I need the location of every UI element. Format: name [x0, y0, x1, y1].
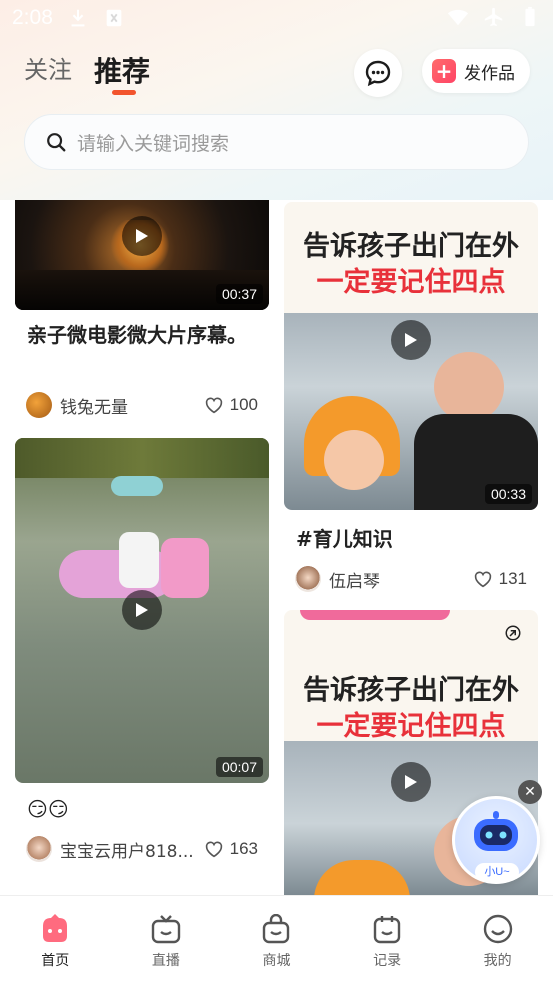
- nav-mine[interactable]: 我的: [442, 896, 553, 983]
- video-card[interactable]: 00:07 😏😏 宝宝云用户818... 163: [15, 438, 269, 868]
- feed-grid: 00:37 亲子微电影微大片序幕。 钱兔无量 100 00:07 😏😏 宝宝云用…: [0, 200, 553, 895]
- shopping-bag-icon: [263, 914, 290, 944]
- poster-headline: 告诉孩子出门在外: [303, 231, 519, 262]
- home-icon: [43, 914, 68, 942]
- calendar-icon: [373, 916, 401, 944]
- nav-label-record: 记录: [373, 953, 402, 969]
- poster-subheadline: 一定要记住四点: [316, 267, 506, 298]
- author-name: 钱兔无量: [60, 397, 128, 418]
- assistant-robot-button[interactable]: 小U~: [452, 796, 540, 884]
- like-count[interactable]: 100: [204, 395, 258, 415]
- avatar: [295, 566, 321, 592]
- play-icon: [122, 590, 162, 630]
- battery-icon: [525, 6, 535, 27]
- author-name: 宝宝云用户818...: [60, 841, 194, 862]
- post-work-label: 发作品: [464, 63, 515, 84]
- download-icon: [71, 9, 85, 27]
- video-card[interactable]: 告诉孩子出门在外 一定要记住四点 00:33 #育儿知识 伍启琴 131: [284, 202, 538, 597]
- status-bar: 2:08: [0, 0, 553, 36]
- tv-icon: [151, 915, 181, 944]
- play-icon: [391, 762, 431, 802]
- nav-label-home: 首页: [41, 953, 70, 969]
- avatar: [26, 836, 52, 862]
- heart-icon: [474, 571, 491, 588]
- share-icon[interactable]: [504, 624, 522, 642]
- nav-label-live: 直播: [151, 953, 180, 969]
- smiley-profile-icon: [483, 914, 512, 944]
- like-count[interactable]: 163: [204, 839, 258, 859]
- card-title: #育儿知识: [296, 527, 393, 551]
- bottom-navigation: 首页 直播 商城 记录 我的: [0, 895, 553, 983]
- card-meta: 钱兔无量 100: [26, 392, 258, 418]
- airplane-mode-icon: [484, 7, 503, 27]
- chat-bubble-icon: [365, 60, 391, 87]
- nav-label-mine: 我的: [483, 953, 512, 969]
- status-time: 2:08: [12, 6, 53, 29]
- nav-mall[interactable]: 商城: [221, 896, 332, 983]
- search-bar[interactable]: 请输入关键词搜索: [24, 114, 529, 170]
- card-title: 亲子微电影微大片序幕。: [27, 323, 247, 347]
- nav-record[interactable]: 记录: [332, 896, 443, 983]
- nav-label-mall: 商城: [262, 953, 291, 969]
- video-duration: 00:07: [215, 757, 263, 777]
- avatar: [26, 392, 52, 418]
- nav-home[interactable]: 首页: [0, 896, 111, 983]
- video-thumbnail: 00:37: [15, 200, 269, 310]
- video-card[interactable]: 00:37 亲子微电影微大片序幕。 钱兔无量 100: [15, 200, 269, 430]
- wifi-icon: [447, 9, 469, 26]
- tab-follow[interactable]: 关注: [24, 50, 72, 85]
- like-count[interactable]: 131: [473, 569, 527, 589]
- assistant-label: 小U~: [475, 863, 519, 881]
- heart-icon: [205, 397, 222, 414]
- like-number: 131: [498, 569, 527, 588]
- video-duration: 00:37: [215, 284, 263, 304]
- video-duration: 00:33: [484, 484, 532, 504]
- play-icon: [122, 216, 162, 256]
- app-notification-icon: [106, 9, 122, 27]
- card-title: 😏😏: [27, 797, 69, 821]
- heart-icon: [205, 841, 222, 858]
- robot-icon: [474, 811, 518, 851]
- close-assistant-button[interactable]: ✕: [518, 780, 542, 804]
- search-icon: [47, 133, 66, 152]
- card-meta: 宝宝云用户818... 163: [26, 836, 258, 862]
- like-number: 100: [229, 395, 258, 414]
- video-thumbnail: 告诉孩子出门在外 一定要记住四点 00:33: [284, 202, 538, 510]
- top-header: 关注 推荐 + 发作品: [0, 44, 553, 100]
- active-tab-indicator: [112, 90, 136, 95]
- author-name: 伍启琴: [329, 571, 380, 592]
- messages-button[interactable]: [354, 49, 402, 97]
- poster-headline: 告诉孩子出门在外: [303, 675, 519, 706]
- like-number: 163: [229, 839, 258, 858]
- poster-subheadline: 一定要记住四点: [316, 711, 506, 742]
- tab-recommend[interactable]: 推荐: [94, 50, 150, 90]
- play-icon: [391, 320, 431, 360]
- post-work-button[interactable]: + 发作品: [422, 49, 530, 93]
- plus-icon: +: [432, 59, 456, 83]
- card-meta: 伍启琴 131: [295, 566, 527, 592]
- nav-live[interactable]: 直播: [111, 896, 222, 983]
- search-placeholder: 请输入关键词搜索: [77, 132, 230, 155]
- video-thumbnail: 00:07: [15, 438, 269, 783]
